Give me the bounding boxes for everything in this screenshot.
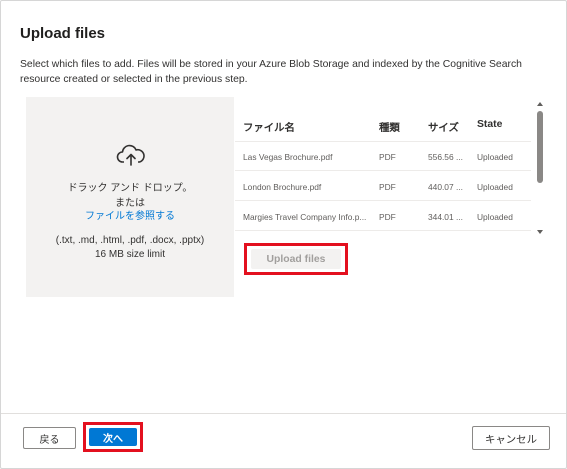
table-header: ファイル名 種類 サイズ State	[235, 109, 531, 142]
table-row[interactable]: Margies Travel Company Info.p... PDF 344…	[235, 201, 531, 231]
upload-button-highlight: Upload files	[244, 243, 348, 275]
file-name-cell: Las Vegas Brochure.pdf	[243, 152, 333, 162]
column-header-size[interactable]: サイズ	[428, 119, 459, 134]
file-size-cell: 556.56 ...	[428, 152, 463, 162]
scroll-up-arrow-icon[interactable]	[537, 102, 543, 106]
column-header-type[interactable]: 種類	[379, 119, 400, 134]
table-scrollbar[interactable]	[535, 101, 545, 235]
browse-files-link[interactable]: ファイルを参照する	[26, 207, 234, 222]
cancel-button[interactable]: キャンセル	[472, 426, 550, 450]
scrollbar-thumb[interactable]	[537, 111, 543, 183]
uploaded-files-table: ファイル名 種類 サイズ State Las Vegas Brochure.pd…	[235, 109, 531, 231]
file-drop-zone[interactable]: ドラック アンド ドロップ。 または ファイルを参照する (.txt, .md,…	[26, 97, 234, 297]
table-row[interactable]: Las Vegas Brochure.pdf PDF 556.56 ... Up…	[235, 141, 531, 171]
file-state-cell: Uploaded	[477, 182, 513, 192]
next-button-highlight: 次へ	[83, 422, 143, 452]
cloud-upload-icon	[116, 144, 145, 166]
allowed-file-types: (.txt, .md, .html, .pdf, .docx, .pptx)	[55, 235, 205, 246]
file-name-cell: Margies Travel Company Info.p...	[243, 212, 367, 222]
file-state-cell: Uploaded	[477, 152, 513, 162]
back-button[interactable]: 戻る	[23, 427, 76, 449]
file-type-cell: PDF	[379, 212, 396, 222]
scroll-down-arrow-icon[interactable]	[537, 230, 543, 234]
drag-and-drop-text: ドラック アンド ドロップ。	[67, 183, 193, 194]
file-type-cell: PDF	[379, 182, 396, 192]
dialog-description: Select which files to add. Files will be…	[20, 59, 522, 85]
file-state-cell: Uploaded	[477, 212, 513, 222]
column-header-name[interactable]: ファイル名	[243, 119, 371, 134]
dialog-title: Upload files	[20, 25, 106, 42]
file-name-cell: London Brochure.pdf	[243, 182, 322, 192]
table-row[interactable]: London Brochure.pdf PDF 440.07 ... Uploa…	[235, 171, 531, 201]
column-header-state[interactable]: State	[477, 119, 502, 130]
upload-files-button[interactable]: Upload files	[251, 249, 341, 269]
upload-files-dialog: Upload files Select which files to add. …	[0, 0, 567, 469]
footer-divider	[1, 413, 566, 414]
next-button[interactable]: 次へ	[89, 428, 137, 446]
file-type-cell: PDF	[379, 152, 396, 162]
size-limit-text: 16 MB size limit	[94, 249, 165, 260]
file-size-cell: 344.01 ...	[428, 212, 463, 222]
file-size-cell: 440.07 ...	[428, 182, 463, 192]
